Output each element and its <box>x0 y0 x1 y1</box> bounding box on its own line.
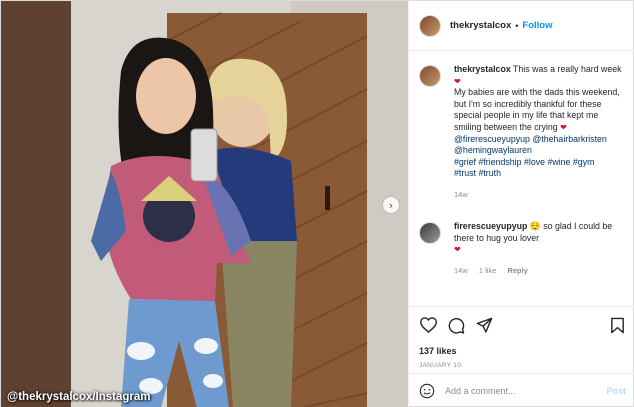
follow-button[interactable]: Follow <box>522 20 552 31</box>
hashtag-link[interactable]: #friendship <box>478 157 521 167</box>
comment-text: firerescueyupyup 😌 so glad I could be th… <box>454 221 624 256</box>
caption-avatar[interactable] <box>419 65 441 87</box>
reply-button[interactable]: Reply <box>507 266 527 275</box>
smile-icon[interactable] <box>419 383 435 399</box>
header-username[interactable]: thekrystalcox <box>450 20 511 31</box>
comment-likes[interactable]: 1 like <box>479 266 497 275</box>
comment-icon <box>448 317 464 334</box>
comment-time[interactable]: 14w <box>454 266 468 275</box>
share-button[interactable] <box>475 316 493 334</box>
post-side-panel: thekrystalcox • Follow thekrystalcox Thi… <box>408 1 634 407</box>
comment-username[interactable]: firerescueyupyup <box>454 221 527 231</box>
post-actions: 137 likes JANUARY 10 <box>409 306 634 373</box>
bookmark-icon <box>610 317 624 333</box>
hashtag-link[interactable]: #wine <box>547 157 570 167</box>
photo-illustration <box>1 1 408 407</box>
hashtag-link[interactable]: #truth <box>478 168 501 178</box>
avatar[interactable] <box>419 14 441 37</box>
add-comment-bar: Post <box>409 373 634 407</box>
caption-time[interactable]: 14w <box>454 190 468 199</box>
comment-input[interactable] <box>445 386 607 396</box>
heart-emoji: ❤ <box>454 76 461 86</box>
heart-icon <box>419 317 437 333</box>
hashtag-link[interactable]: #trust <box>454 168 476 178</box>
action-icons <box>419 316 626 334</box>
hashtag-link[interactable]: #gym <box>573 157 595 167</box>
post-header: thekrystalcox • Follow <box>409 1 634 51</box>
like-button[interactable] <box>419 316 437 334</box>
save-button[interactable] <box>608 316 626 334</box>
likes-count[interactable]: 137 likes <box>419 346 626 356</box>
hashtag-link[interactable]: #love <box>524 157 545 167</box>
comments-section: thekrystalcox This was a really hard wee… <box>409 51 634 306</box>
comment-avatar[interactable] <box>419 221 441 244</box>
share-icon <box>476 317 492 333</box>
header-separator: • <box>515 20 519 31</box>
caption-meta: 14w <box>454 190 624 199</box>
mention-link[interactable]: @hemingwaylauren <box>454 145 532 155</box>
caption-text: thekrystalcox This was a really hard wee… <box>454 64 624 180</box>
comment-button[interactable] <box>447 316 465 334</box>
comment-item: firerescueyupyup 😌 so glad I could be th… <box>419 221 624 275</box>
chevron-right-icon: › <box>388 198 394 212</box>
comment-meta: 14w 1 like Reply <box>454 266 624 275</box>
post-comment-button[interactable]: Post <box>606 386 626 396</box>
post-photo[interactable]: › @thekrystalcox/Instagram <box>1 1 408 407</box>
next-photo-button[interactable]: › <box>382 196 400 214</box>
caption-line2: My babies are with the dads this weekend… <box>454 87 620 132</box>
caption: thekrystalcox This was a really hard wee… <box>419 64 624 199</box>
mention-link[interactable]: @firerescueyupyup <box>454 134 530 144</box>
heart-emoji: ❤ <box>454 245 461 255</box>
hashtag-link[interactable]: #grief <box>454 157 476 167</box>
photo-credit: @thekrystalcox/Instagram <box>7 391 151 403</box>
caption-line1: This was a really hard week <box>513 64 622 74</box>
heart-emoji: ❤ <box>560 122 567 132</box>
mention-link[interactable]: @thehairbarkristen <box>532 134 606 144</box>
comment-emoji: 😌 <box>529 220 541 231</box>
instagram-post-frame: › @thekrystalcox/Instagram thekrystalcox… <box>0 0 634 407</box>
post-date[interactable]: JANUARY 10 <box>419 362 626 369</box>
caption-username[interactable]: thekrystalcox <box>454 64 511 74</box>
